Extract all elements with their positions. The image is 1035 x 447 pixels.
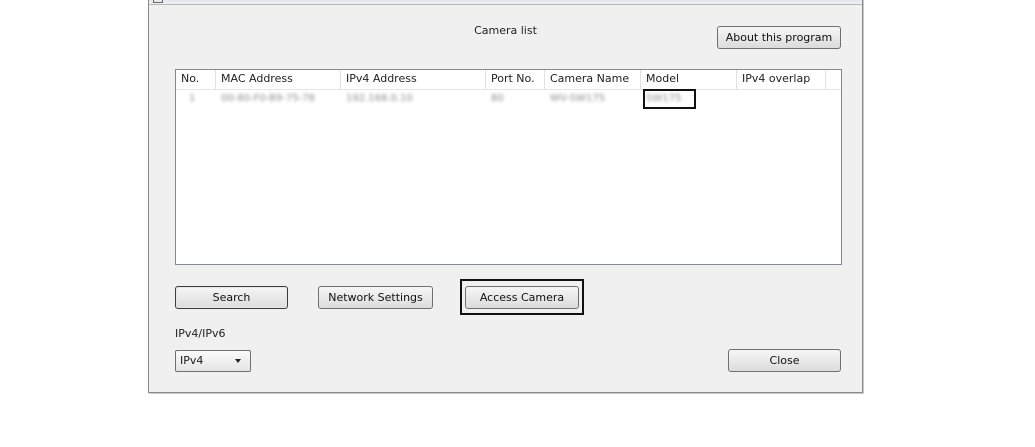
column-header-ipv4[interactable]: IPv4 Address <box>341 70 486 89</box>
cell-no: 1 <box>189 93 196 104</box>
search-button[interactable]: Search <box>175 286 288 309</box>
cell-port: 80 <box>491 93 504 104</box>
column-header-no[interactable]: No. <box>176 70 216 89</box>
ip-mode-select[interactable]: IPv4 <box>175 350 251 372</box>
column-header-mac[interactable]: MAC Address <box>216 70 341 89</box>
close-button[interactable]: Close <box>728 349 841 372</box>
chevron-down-icon[interactable] <box>235 359 241 363</box>
access-camera-button[interactable]: Access Camera <box>465 286 579 309</box>
column-header-port[interactable]: Port No. <box>486 70 545 89</box>
cell-camera-name: WV-SW175 <box>550 93 606 104</box>
cell-ipv4: 192.168.0.10 <box>346 93 413 104</box>
camera-list-window: Camera list About this program No. MAC A… <box>148 0 863 393</box>
column-header-ipv4-overlap[interactable]: IPv4 overlap <box>737 70 826 89</box>
table-header: No. MAC Address IPv4 Address Port No. Ca… <box>176 70 841 90</box>
column-header-camera-name[interactable]: Camera Name <box>545 70 641 89</box>
about-program-button[interactable]: About this program <box>717 26 841 49</box>
title-bar[interactable] <box>149 0 862 5</box>
column-header-model[interactable]: Model <box>641 70 737 89</box>
ip-mode-selected-value: IPv4 <box>180 354 204 367</box>
network-settings-button[interactable]: Network Settings <box>318 286 433 309</box>
cell-mac: 00-80-F0-B9-75-78 <box>221 93 315 104</box>
ip-mode-label: IPv4/IPv6 <box>175 327 226 340</box>
window-app-icon <box>153 0 163 3</box>
camera-list-table[interactable]: No. MAC Address IPv4 Address Port No. Ca… <box>175 69 842 265</box>
model-cell-highlight-box <box>643 89 696 109</box>
